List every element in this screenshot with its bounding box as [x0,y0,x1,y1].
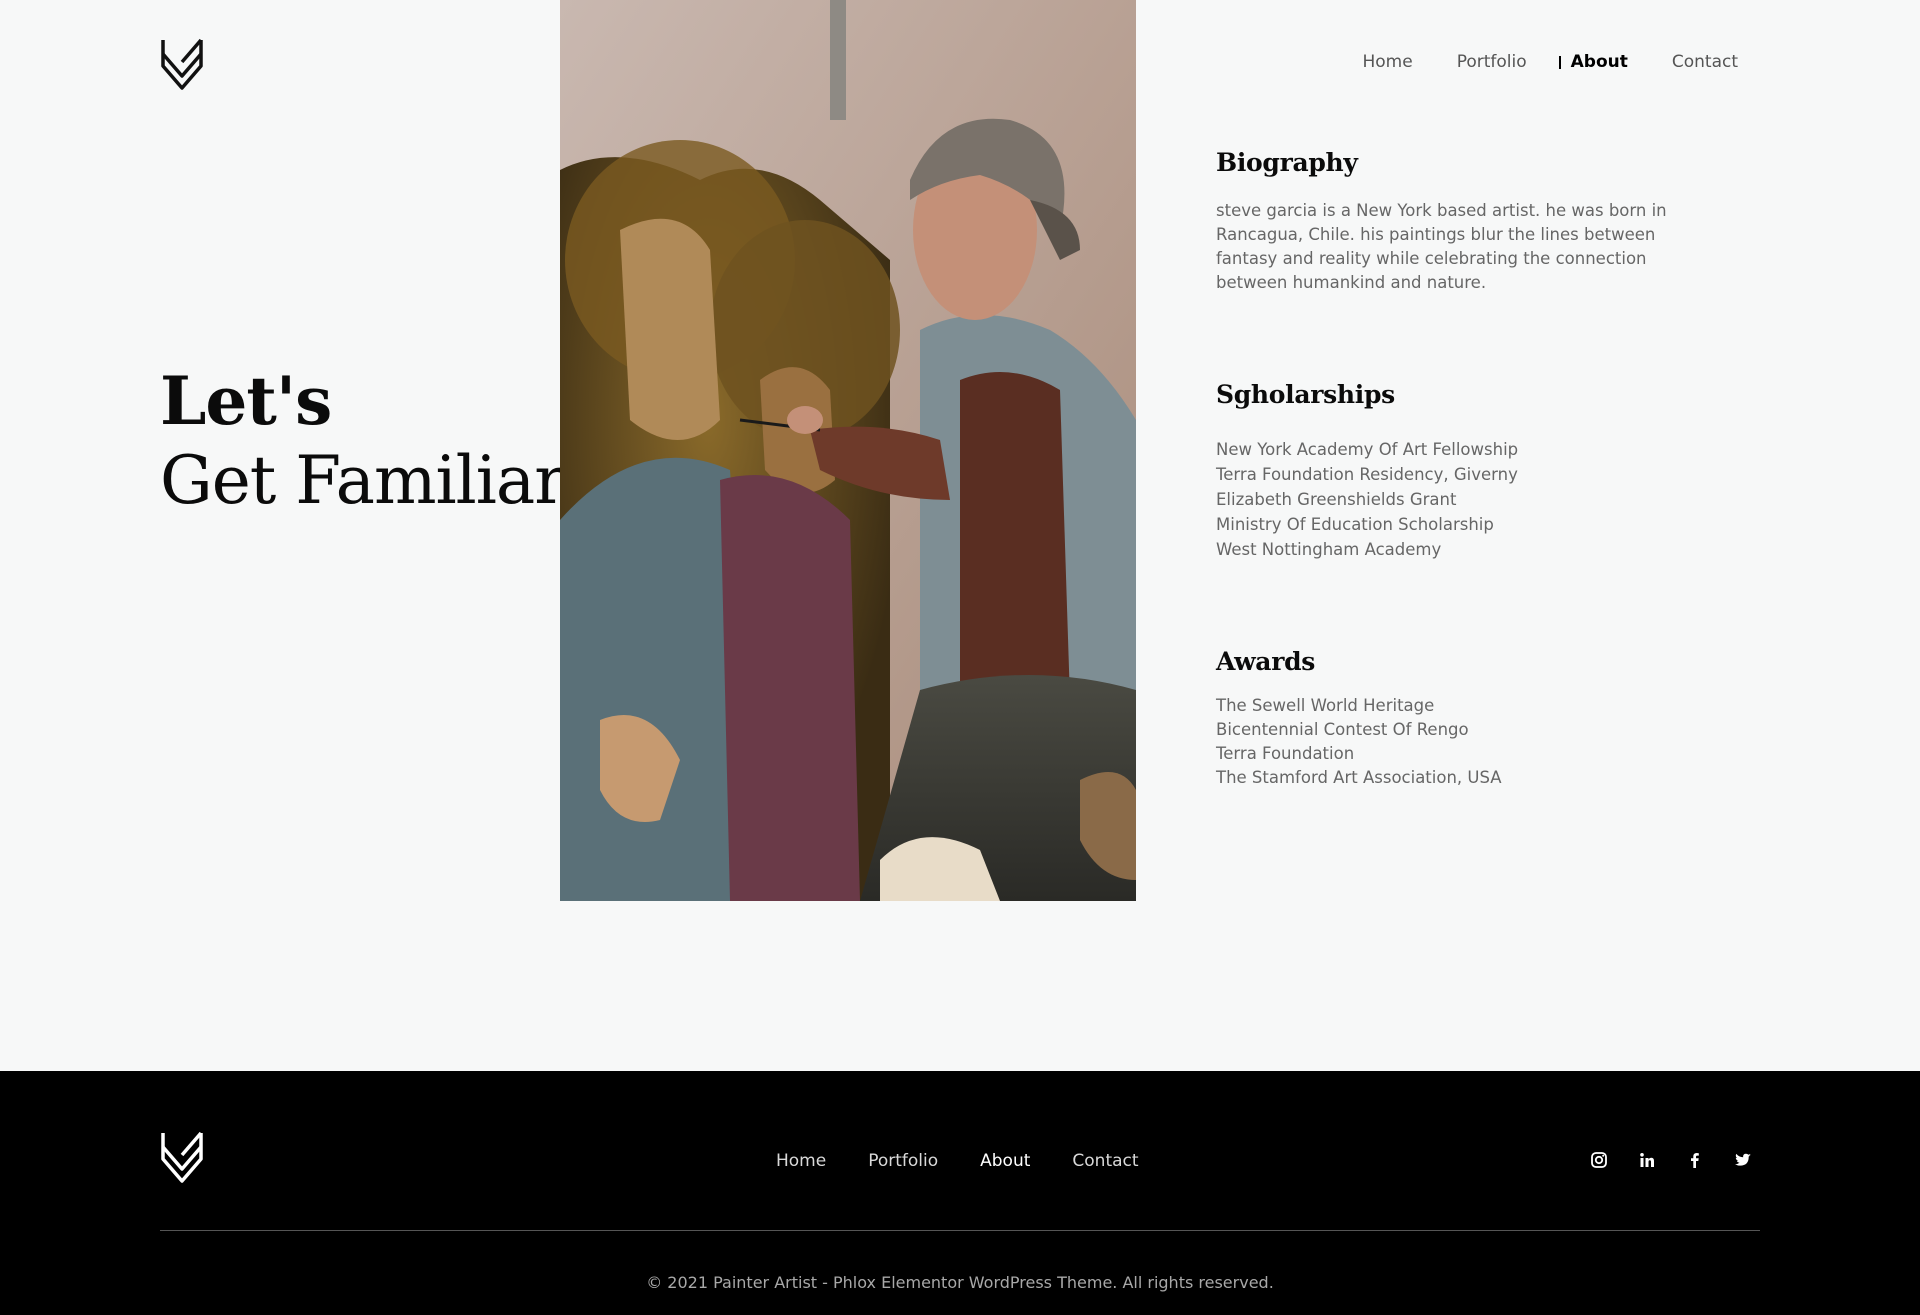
nav-portfolio[interactable]: Portfolio [1457,52,1527,72]
hero-line-1: Let's [160,362,332,440]
list-item: Elizabeth Greenshields Grant [1216,490,1457,509]
list-item: West Nottingham Academy [1216,540,1442,559]
list-item: New York Academy Of Art Fellowship [1216,440,1519,459]
biography-title: Biography [1216,148,1358,177]
footer-nav-home[interactable]: Home [776,1151,826,1171]
painter-at-work-image [560,0,1136,901]
biography-text: steve garcia is a New York based artist.… [1216,201,1667,292]
list-item: Terra Foundation Residency, Giverny [1216,465,1518,484]
biography-section: Biography steve garcia is a New York bas… [1216,148,1676,295]
footer-nav-about[interactable]: About [980,1151,1030,1171]
list-item: Ministry Of Education Scholarship [1216,515,1494,534]
scholarships-list: New York Academy Of Art Fellowship Terra… [1216,437,1676,562]
list-item: The Sewell World Heritage [1216,696,1435,715]
nav-contact[interactable]: Contact [1672,52,1738,72]
footer-nav-contact[interactable]: Contact [1072,1151,1138,1171]
chevron-v-logo-icon [161,1131,203,1183]
footer-divider [160,1230,1760,1231]
copyright-text: © 2021 Painter Artist - Phlox Elementor … [646,1273,1274,1292]
linkedin-icon[interactable] [1638,1151,1656,1169]
instagram-icon[interactable] [1590,1151,1608,1169]
nav-home[interactable]: Home [1362,52,1412,72]
twitter-icon[interactable] [1734,1151,1752,1169]
footer-nav-portfolio[interactable]: Portfolio [868,1151,938,1171]
list-item: Terra Foundation [1216,744,1355,763]
scholarships-title: Sgholarships [1216,380,1395,409]
facebook-icon[interactable] [1686,1151,1704,1169]
main-nav: Home Portfolio About Contact [1362,52,1738,72]
footer-logo[interactable] [160,1131,204,1185]
nav-about[interactable]: About [1558,52,1628,72]
footer-nav: Home Portfolio About Contact [776,1151,1139,1171]
list-item: Bicentennial Contest Of Rengo [1216,720,1469,739]
site-logo[interactable] [160,38,204,92]
awards-title: Awards [1216,647,1316,676]
hero-heading: Let's Get Familiar [160,362,566,522]
site-footer: Home Portfolio About Contact © 2021 Pain… [0,1071,1920,1315]
chevron-v-logo-icon [161,38,203,90]
hero-line-2: Get Familiar [160,442,566,519]
awards-list: The Sewell World Heritage Bicentennial C… [1216,694,1676,790]
social-links [1590,1151,1752,1169]
awards-section: Awards The Sewell World Heritage Bicente… [1216,647,1676,790]
list-item: The Stamford Art Association, USA [1216,768,1502,787]
scholarships-section: Sgholarships New York Academy Of Art Fel… [1216,380,1676,562]
